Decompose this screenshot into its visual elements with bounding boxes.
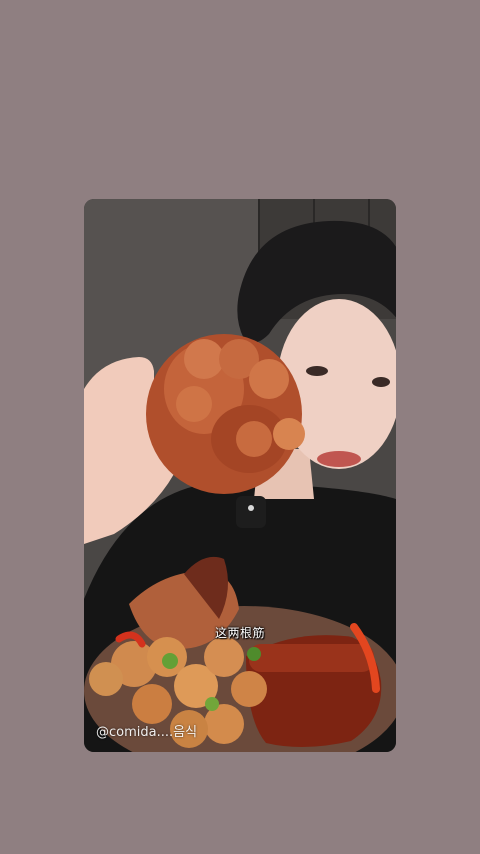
video-frame bbox=[84, 199, 396, 752]
video-subtitle: 这两根筋 bbox=[214, 626, 265, 640]
watermark-text: @comida....음식 bbox=[96, 725, 198, 740]
story-video-card[interactable]: 这两根筋 @comida....음식 bbox=[84, 199, 396, 752]
